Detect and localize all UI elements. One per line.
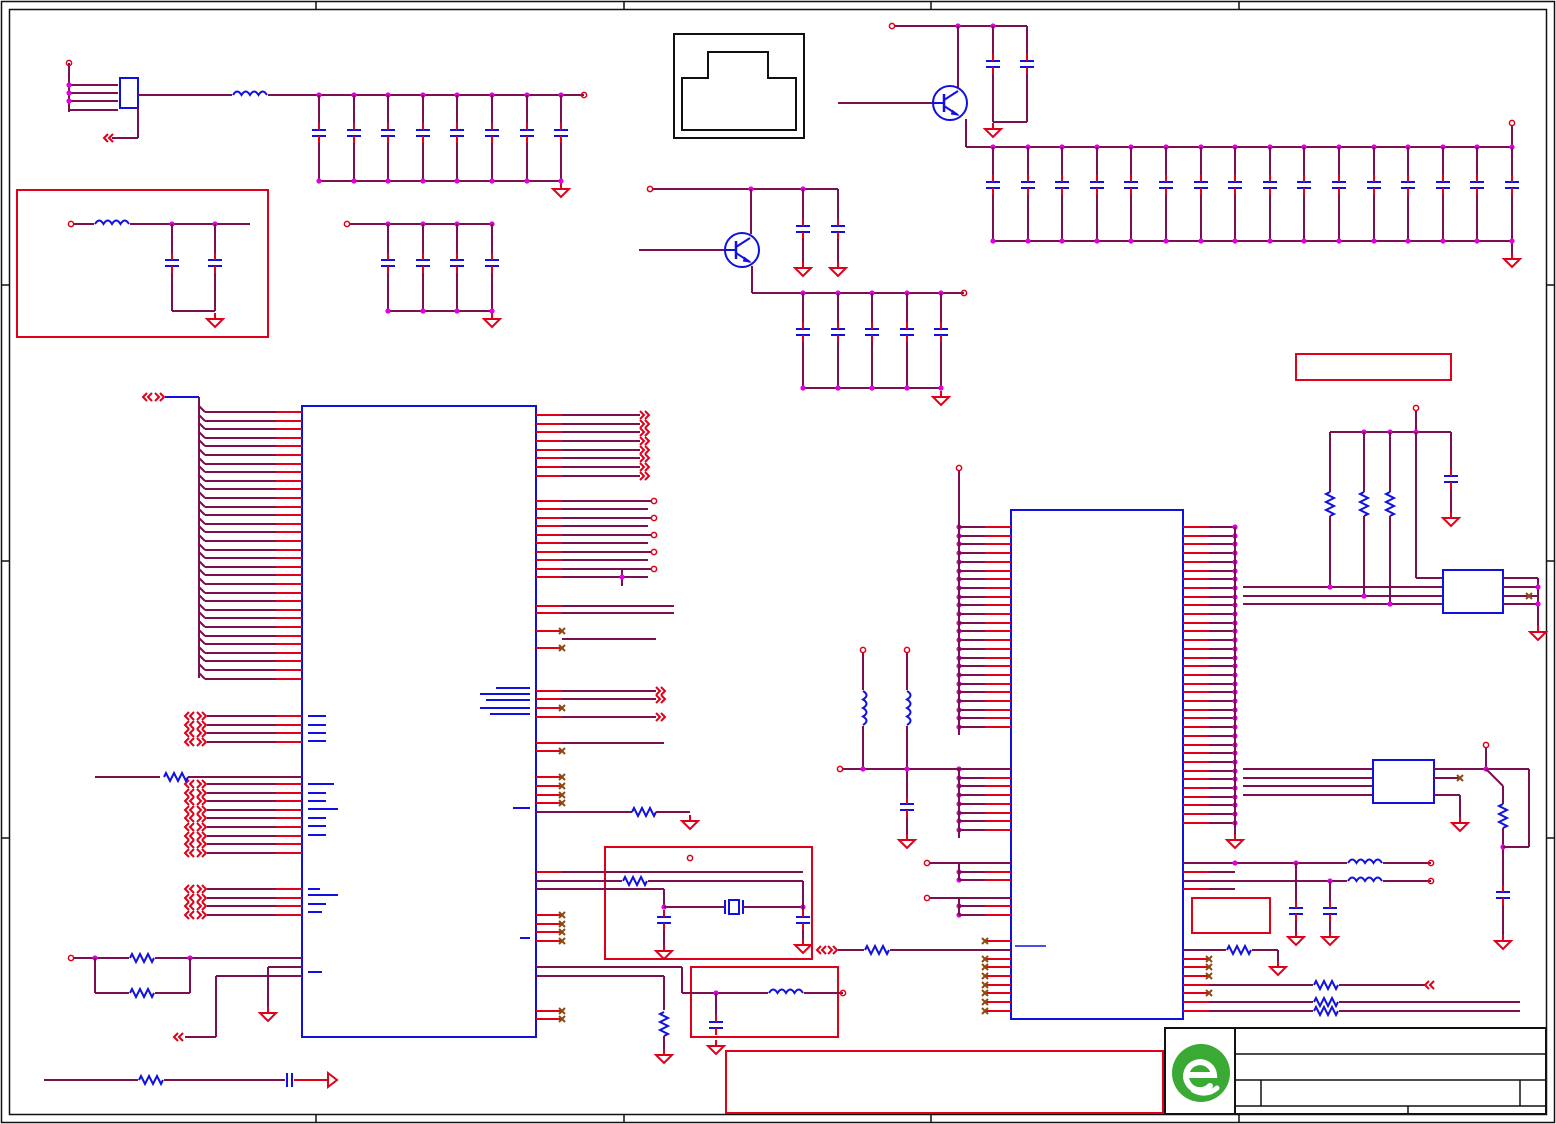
capacitor xyxy=(1193,174,1209,196)
capacitor xyxy=(1435,174,1451,196)
off-page-connector xyxy=(184,805,195,815)
off-page-connector xyxy=(184,737,195,747)
capacitor xyxy=(553,122,569,144)
decoupling-capacitor-bank-3 xyxy=(985,144,1520,244)
off-page-connector xyxy=(184,901,195,911)
schematic-sheet xyxy=(0,0,1556,1124)
capacitor xyxy=(311,122,327,144)
inductor xyxy=(232,90,268,96)
capacitor xyxy=(1262,174,1278,196)
capacitor xyxy=(519,122,535,144)
off-page-connector xyxy=(184,839,195,849)
off-page-connector xyxy=(639,410,650,420)
off-page-connector xyxy=(639,445,650,455)
main-ic-left-pins xyxy=(184,405,338,973)
capacitor xyxy=(484,252,500,274)
capacitor xyxy=(1504,174,1520,196)
off-page-connector xyxy=(655,694,666,704)
off-page-connector xyxy=(184,788,195,798)
off-page-connector xyxy=(184,848,195,858)
bulk-capacitor-bank-1 xyxy=(311,92,569,184)
address-bus xyxy=(142,392,200,678)
off-page-connector xyxy=(639,471,650,481)
off-page-connector xyxy=(184,822,195,832)
capacitor xyxy=(864,321,880,343)
usb-lines xyxy=(1183,858,1520,1016)
lc-filter-box xyxy=(16,189,269,338)
capacitor xyxy=(1089,174,1105,196)
notes-box xyxy=(725,1050,1164,1114)
power-input-filter xyxy=(65,59,588,198)
reset-resistor-network xyxy=(44,772,339,1090)
capacitor xyxy=(1469,174,1485,196)
note-box xyxy=(1295,353,1452,381)
capacitor xyxy=(795,321,811,343)
off-page-connector xyxy=(184,796,195,806)
memory-ic xyxy=(1010,509,1184,1020)
main-processor-ic xyxy=(301,405,537,1038)
off-page-connector xyxy=(184,813,195,823)
sheet-frame xyxy=(0,0,1556,1124)
capacitor xyxy=(1296,174,1312,196)
capacitor xyxy=(830,321,846,343)
capacitor xyxy=(380,122,396,144)
pullup-network xyxy=(1243,353,1547,641)
capacitor xyxy=(1331,174,1347,196)
off-page-connector xyxy=(639,436,650,446)
off-page-connector xyxy=(639,453,650,463)
off-page-connector xyxy=(184,884,195,894)
crystal-oscillator-box xyxy=(604,846,813,960)
off-page-connector xyxy=(655,712,666,722)
title-block xyxy=(1164,1027,1547,1115)
capacitor xyxy=(415,252,431,274)
capacitor xyxy=(449,252,465,274)
capacitor xyxy=(1123,174,1139,196)
off-page-connector xyxy=(184,910,195,920)
note-box-2 xyxy=(1191,897,1271,934)
capacitor xyxy=(484,122,500,144)
capacitor xyxy=(415,122,431,144)
capacitor xyxy=(1158,174,1174,196)
off-page-connector xyxy=(184,893,195,903)
regulator-transistor-1 xyxy=(838,22,1521,268)
crystal-oscillator xyxy=(536,854,812,960)
off-page-connector xyxy=(184,720,195,730)
decoupling-capacitor-bank-4 xyxy=(795,290,949,391)
off-page-connector xyxy=(639,419,650,429)
capacitor xyxy=(346,122,362,144)
buffer-ic-2 xyxy=(1372,759,1435,804)
capacitor xyxy=(1227,174,1243,196)
off-page-connector xyxy=(184,831,195,841)
capacitor xyxy=(1020,174,1036,196)
off-page-connector xyxy=(639,427,650,437)
off-page-connector xyxy=(639,462,650,472)
main-ic-right-pins xyxy=(480,410,803,1023)
capacitor xyxy=(449,122,465,144)
capacitor xyxy=(933,321,949,343)
connector-footprint xyxy=(673,33,805,139)
buffer-ic-2-network xyxy=(1243,741,1530,950)
off-page-connector xyxy=(655,686,666,696)
off-page-connector xyxy=(184,711,195,721)
capacitor xyxy=(1054,174,1070,196)
capacitor xyxy=(1400,174,1416,196)
company-logo-icon xyxy=(1172,1044,1230,1102)
capacitor xyxy=(380,252,396,274)
off-page-connector xyxy=(184,728,195,738)
capacitor xyxy=(1366,174,1382,196)
lc-filter xyxy=(67,219,250,328)
vref-filter-box xyxy=(690,966,839,1038)
buffer-ic-1 xyxy=(1442,569,1504,614)
capacitor xyxy=(899,321,915,343)
mosfet-switch xyxy=(119,77,139,109)
capacitor xyxy=(985,174,1001,196)
